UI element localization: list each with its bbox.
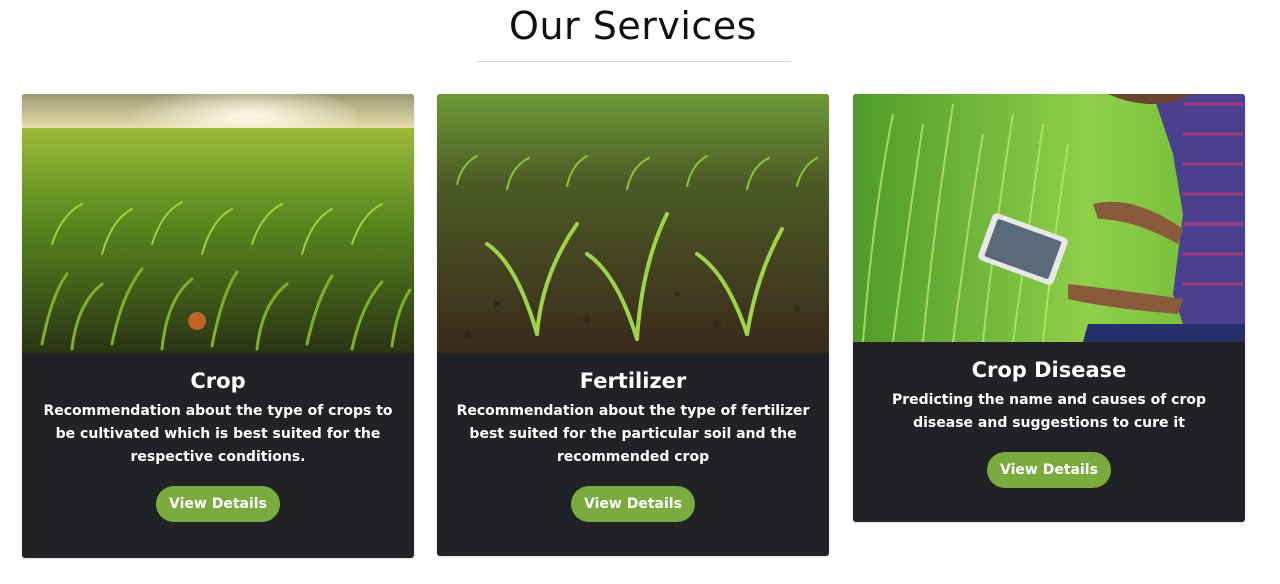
crop-card-image	[22, 94, 414, 353]
card-description: Predicting the name and causes of crop d…	[891, 392, 1206, 431]
card-title: Fertilizer	[579, 369, 687, 393]
view-details-button[interactable]: View Details	[571, 486, 695, 522]
card-description: Recommendation about the type of crops t…	[43, 403, 393, 465]
corn-field-sunset-photo	[22, 94, 414, 353]
view-details-button[interactable]: View Details	[987, 452, 1111, 488]
service-card-crop-disease: Crop Disease Predicting the name and cau…	[853, 94, 1245, 522]
crop-disease-card-image	[853, 94, 1245, 342]
service-card-crop: Crop Recommendation about the type of cr…	[22, 94, 414, 558]
view-details-button[interactable]: View Details	[156, 486, 280, 522]
fertilizer-card-image	[437, 94, 829, 353]
card-description: Recommendation about the type of fertili…	[456, 403, 810, 465]
corn-seedlings-soil-photo	[437, 94, 829, 353]
title-divider	[477, 61, 791, 62]
section-title: Our Services	[509, 4, 757, 48]
service-card-fertilizer: Fertilizer Recommendation about the type…	[437, 94, 829, 556]
card-title: Crop	[190, 369, 246, 393]
card-title: Crop Disease	[971, 358, 1127, 382]
farmer-tablet-rice-photo	[853, 94, 1245, 342]
